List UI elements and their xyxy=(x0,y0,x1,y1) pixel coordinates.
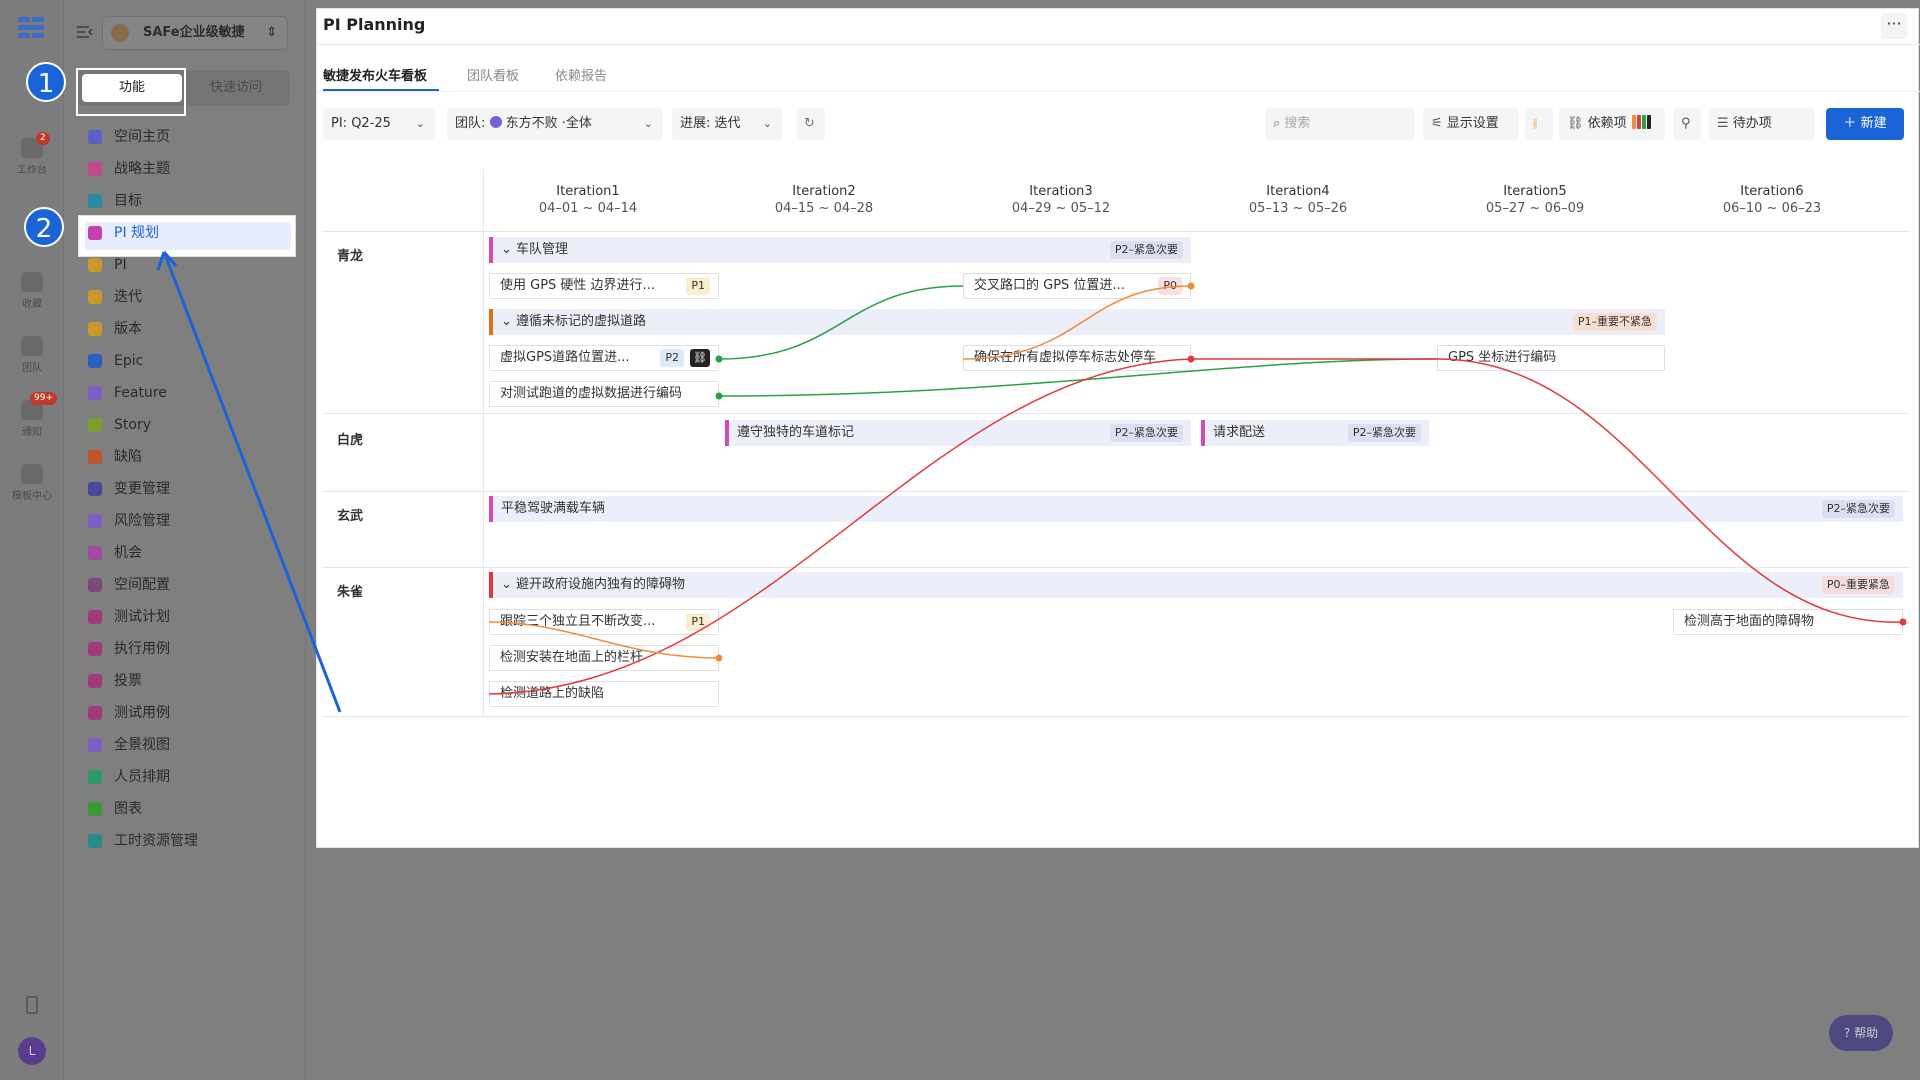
annotation-arrow xyxy=(156,251,342,713)
help-button[interactable]: ? 帮助 xyxy=(1829,1015,1893,1051)
help-label: 帮助 xyxy=(1854,1026,1879,1040)
question-icon: ? xyxy=(1843,1026,1851,1040)
